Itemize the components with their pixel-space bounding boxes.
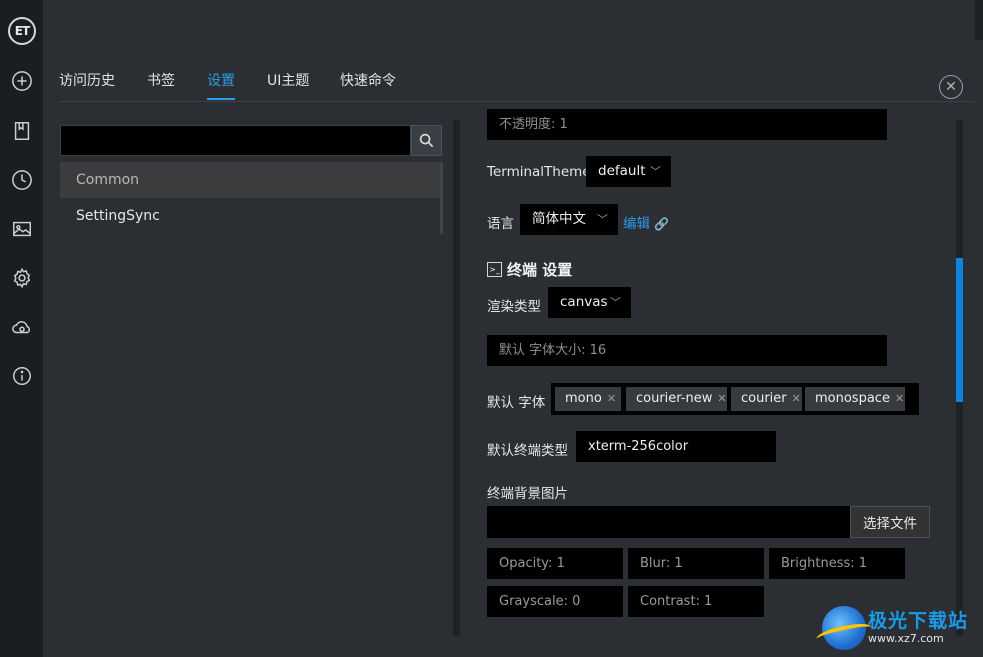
font-chip-monospace: monospace ✕	[805, 387, 905, 411]
bg-blur-input[interactable]: Blur: 1	[628, 548, 764, 579]
bg-brightness-input[interactable]: Brightness: 1	[769, 548, 905, 579]
choose-file-button[interactable]: 选择文件	[850, 506, 930, 538]
chip-label: courier	[741, 391, 787, 406]
font-chip-courier: courier ✕	[731, 387, 802, 411]
chip-label: courier-new	[636, 391, 713, 406]
font-family-select[interactable]: mono ✕ courier-new ✕ courier ✕ monospace ✕	[551, 383, 919, 415]
tab-history[interactable]: 访问历史	[59, 70, 115, 100]
search-icon	[419, 133, 434, 148]
terminal-section-title: >_ 终端 设置	[487, 259, 572, 280]
terminal-theme-value: default	[598, 163, 646, 179]
list-scrollbar[interactable]	[440, 162, 443, 234]
list-item-common[interactable]: Common	[60, 162, 440, 198]
info-icon[interactable]	[10, 364, 34, 388]
icon-rail: ET	[0, 0, 43, 657]
tab-settings[interactable]: 设置	[207, 70, 235, 100]
close-icon[interactable]: ✕	[939, 75, 963, 99]
image-icon[interactable]	[10, 217, 34, 241]
font-family-label: 默认 字体	[487, 395, 546, 411]
render-type-label: 渲染类型	[487, 299, 541, 315]
bg-opacity-input[interactable]: Opacity: 1	[487, 548, 623, 579]
terminal-icon: >_	[487, 262, 502, 277]
remove-chip-icon[interactable]: ✕	[607, 392, 616, 405]
font-chip-mono: mono ✕	[555, 387, 621, 411]
bg-image-path-input[interactable]	[487, 506, 850, 538]
link-icon: 🔗	[654, 217, 670, 231]
font-chip-courier-new: courier-new ✕	[626, 387, 727, 411]
settings-scrollbar-thumb[interactable]	[956, 258, 963, 402]
watermark-url: www.xz7.com	[868, 632, 944, 645]
render-type-select[interactable]: canvas ﹀	[548, 287, 631, 318]
bg-image-label: 终端背景图片	[487, 486, 568, 502]
add-icon[interactable]	[10, 69, 34, 93]
font-size-input[interactable]: 默认 字体大小: 16	[487, 335, 887, 366]
tab-bar: 访问历史 书签 设置 UI主题 快速命令	[59, 66, 974, 102]
tab-bookmarks[interactable]: 书签	[147, 70, 175, 100]
chip-label: monospace	[815, 391, 890, 406]
edit-language-link[interactable]: 编辑 🔗	[623, 212, 669, 232]
language-select[interactable]: 简体中文 ﹀	[520, 204, 618, 235]
terminal-section-label: 终端 设置	[507, 261, 573, 279]
chevron-down-icon: ﹀	[610, 296, 621, 309]
language-label: 语言	[487, 216, 514, 232]
panel-divider	[453, 120, 460, 636]
app-logo: ET	[8, 17, 36, 45]
remove-chip-icon[interactable]: ✕	[717, 392, 726, 405]
window-scrollbar	[975, 0, 983, 40]
bg-contrast-input[interactable]: Contrast: 1	[628, 586, 764, 617]
remove-chip-icon[interactable]: ✕	[792, 392, 801, 405]
term-type-label: 默认终端类型	[487, 443, 568, 459]
terminal-theme-label: TerminalTheme	[487, 164, 591, 180]
terminal-theme-select[interactable]: default ﹀	[586, 156, 671, 187]
opacity-input[interactable]: 不透明度: 1	[487, 109, 887, 140]
chip-label: mono	[565, 391, 602, 406]
list-item-settingsync[interactable]: SettingSync	[60, 198, 440, 234]
cloud-sync-icon[interactable]	[10, 315, 34, 339]
history-icon[interactable]	[10, 168, 34, 192]
term-type-input[interactable]: xterm-256color	[576, 431, 776, 462]
chevron-down-icon: ﹀	[650, 165, 661, 178]
remove-chip-icon[interactable]: ✕	[895, 392, 904, 405]
edit-link-label: 编辑	[623, 216, 650, 232]
watermark-title: 极光下载站	[868, 610, 969, 632]
language-value: 简体中文	[532, 211, 586, 227]
watermark: 极光下载站 www.xz7.com	[815, 604, 978, 652]
gear-icon[interactable]	[10, 266, 34, 290]
tab-quick-commands[interactable]: 快速命令	[340, 70, 396, 100]
chevron-down-icon: ﹀	[597, 213, 608, 226]
tab-ui-theme[interactable]: UI主题	[267, 70, 309, 100]
search-input[interactable]	[60, 125, 411, 156]
bookmark-icon[interactable]	[10, 119, 34, 143]
search-button[interactable]	[411, 125, 442, 156]
bg-grayscale-input[interactable]: Grayscale: 0	[487, 586, 623, 617]
render-type-value: canvas	[560, 294, 608, 310]
